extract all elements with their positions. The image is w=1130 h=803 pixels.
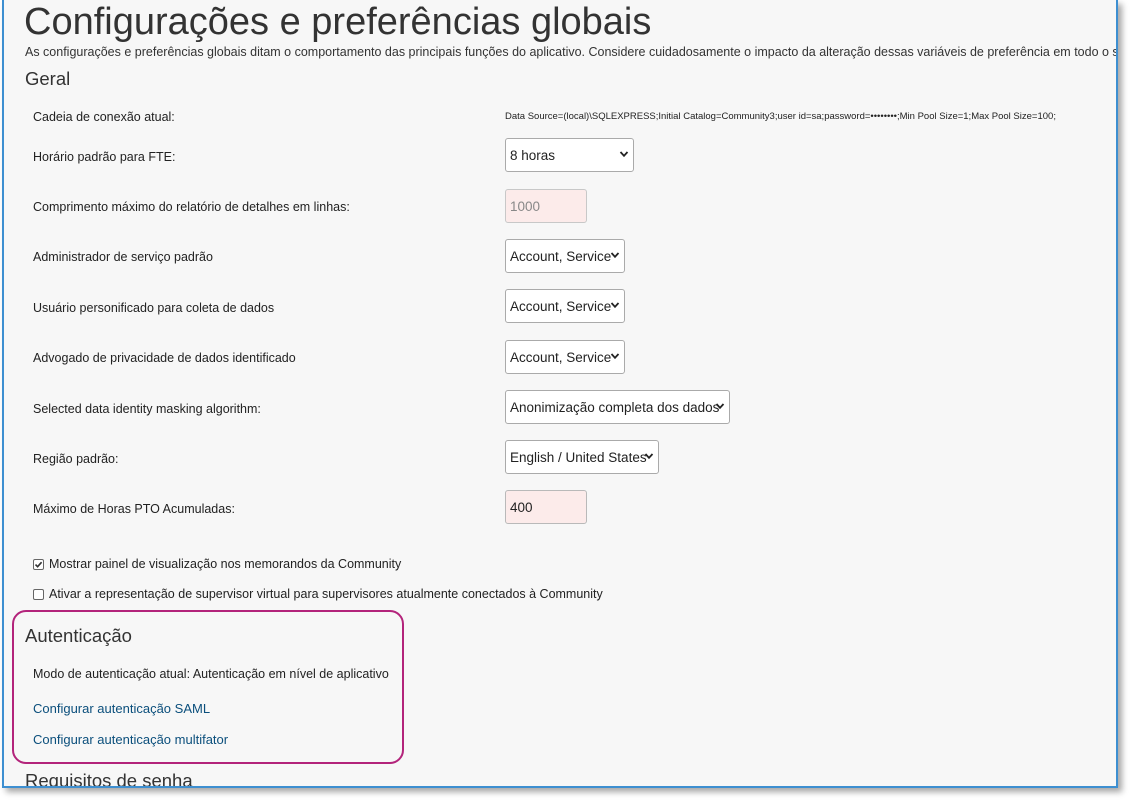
privacy-advocate-label: Advogado de privacidade de dados identif… [33,351,296,365]
default-region-value: English / United States [510,449,647,465]
chevron-down-icon [610,302,620,309]
masking-algorithm-select[interactable]: Anonimização completa dos dados [505,390,730,424]
virtual-supervisor-checkbox[interactable] [33,589,44,600]
max-pto-hours-label: Máximo de Horas PTO Acumuladas: [33,502,235,516]
preview-pane-checkbox-label: Mostrar painel de visualização nos memor… [49,557,402,571]
max-report-length-input: 1000 [505,189,587,223]
chevron-down-icon [619,151,629,158]
section-heading-authentication: Autenticação [25,625,132,646]
default-region-label: Região padrão: [33,452,119,466]
configure-mfa-link[interactable]: Configurar autenticação multifator [33,732,228,747]
authentication-mode-text: Modo de autenticação atual: Autenticação… [33,667,389,681]
page-description: As configurações e preferências globais … [25,45,1118,59]
configure-saml-link[interactable]: Configurar autenticação SAML [33,701,210,716]
virtual-supervisor-checkbox-label: Ativar a representação de supervisor vir… [49,587,603,601]
max-report-length-label: Comprimento máximo do relatório de detal… [33,200,350,214]
masking-algorithm-value: Anonimização completa dos dados [510,399,720,415]
impersonated-user-label: Usuário personificado para coleta de dad… [33,301,275,315]
impersonated-user-value: Account, Service [510,298,612,314]
privacy-advocate-select[interactable]: Account, Service [505,340,625,374]
chevron-down-icon [610,353,620,360]
default-service-admin-select[interactable]: Account, Service [505,239,625,273]
max-report-length-value: 1000 [510,198,541,214]
impersonated-user-select[interactable]: Account, Service [505,289,625,323]
max-pto-hours-input[interactable]: 400 [505,490,587,524]
fte-hours-select-value: 8 horas [510,147,556,163]
chevron-down-icon [610,252,620,259]
default-region-select[interactable]: English / United States [505,440,659,474]
section-heading-password-requirements: Requisitos de senha [25,770,193,788]
fte-hours-label: Horário padrão para FTE: [33,150,176,164]
connection-string-label: Cadeia de conexão atual: [33,110,175,124]
masking-algorithm-label: Selected data identity masking algorithm… [33,402,261,416]
connection-string-value: Data Source=(local)\SQLEXPRESS;Initial C… [505,111,1056,122]
section-heading-general: Geral [25,68,71,89]
max-pto-hours-value: 400 [510,499,533,515]
chevron-down-icon [644,453,654,460]
checkmark-icon [34,561,43,568]
default-service-admin-label: Administrador de serviço padrão [33,250,213,264]
preview-pane-checkbox[interactable] [33,559,44,570]
privacy-advocate-value: Account, Service [510,349,612,365]
chevron-down-icon [715,403,725,410]
settings-window: Configurações e preferências globais As … [2,0,1118,788]
fte-hours-select[interactable]: 8 horas [505,138,634,172]
default-service-admin-value: Account, Service [510,248,612,264]
page-title: Configurações e preferências globais [24,1,652,43]
